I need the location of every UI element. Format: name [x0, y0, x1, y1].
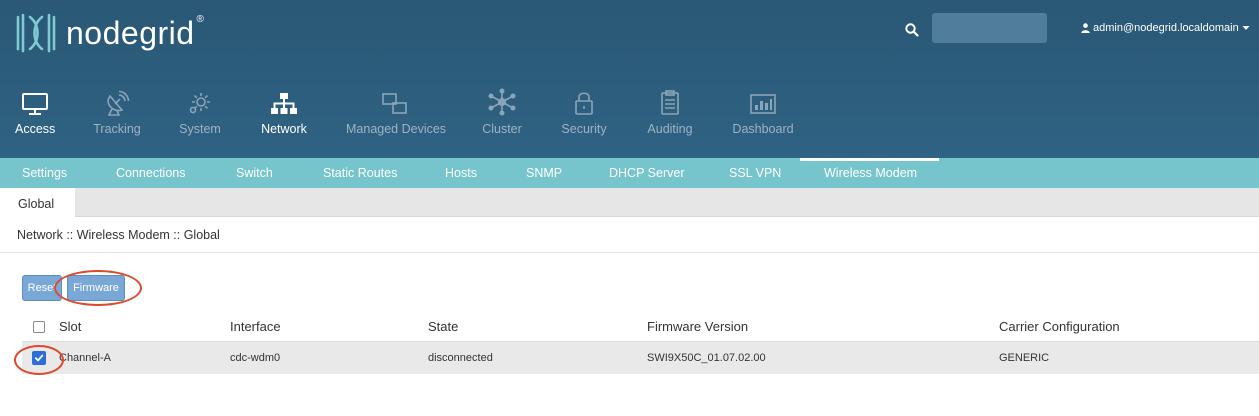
subnav-wireless-modem[interactable]: Wireless Modem: [824, 158, 917, 188]
cell-state: disconnected: [428, 352, 493, 364]
clipboard-icon: [661, 90, 679, 115]
reset-button[interactable]: Reset: [22, 275, 62, 301]
column-header-carrier-configuration[interactable]: Carrier Configuration: [999, 319, 1120, 334]
subnav-static-routes[interactable]: Static Routes: [323, 158, 397, 188]
subnav-snmp[interactable]: SNMP: [526, 158, 562, 188]
nav-label: Cluster: [482, 122, 522, 136]
subnav-switch[interactable]: Switch: [236, 158, 273, 188]
nav-dashboard: Dashboard: [732, 88, 794, 148]
cell-interface: cdc-wdm0: [230, 352, 281, 364]
nav-access[interactable]: Access: [15, 88, 55, 148]
nav-label: Security: [561, 122, 607, 136]
column-header-interface[interactable]: Interface: [230, 319, 281, 334]
table-row[interactable]: Channel-A cdc-wdm0 disconnected SWI9X50C…: [22, 342, 1259, 374]
network-icon: [271, 93, 297, 114]
nav-label: System: [179, 122, 221, 136]
nav-tracking: Tracking: [92, 88, 142, 148]
column-header-firmware-version[interactable]: Firmware Version: [647, 319, 748, 334]
dashboard-icon: [750, 94, 776, 114]
cell-slot[interactable]: Channel-A: [59, 352, 111, 364]
user-name: admin@nodegrid.localdomain: [1093, 22, 1239, 34]
subnav-dhcp-server[interactable]: DHCP Server: [609, 158, 684, 188]
gear-icon: [189, 93, 210, 114]
cell-carrier-configuration: GENERIC: [999, 352, 1050, 364]
search-input[interactable]: [932, 13, 1047, 43]
select-all-checkbox[interactable]: [33, 321, 45, 333]
nav-auditing: Auditing: [644, 88, 696, 148]
tab-bar: [0, 188, 1259, 217]
content-divider: [0, 252, 1259, 253]
nav-label: Managed Devices: [346, 122, 447, 136]
nav-label: Dashboard: [732, 122, 794, 136]
nav-system: System: [178, 88, 222, 148]
nodegrid-logo-icon: [16, 13, 56, 53]
table-header: Slot Interface State Firmware Version Ca…: [22, 313, 1259, 342]
brand-logo[interactable]: nodegrid ®: [14, 10, 204, 56]
search-icon[interactable]: [904, 22, 920, 38]
cluster-icon: [488, 88, 516, 116]
nav-label: Auditing: [647, 122, 693, 136]
devices-icon: [382, 93, 407, 114]
brand-name: nodegrid: [66, 15, 195, 51]
firmware-button[interactable]: Firmware: [67, 275, 125, 301]
column-header-slot[interactable]: Slot: [59, 319, 81, 334]
tab-global[interactable]: Global: [0, 188, 75, 218]
cell-firmware-version: SWI9X50C_01.07.02.00: [647, 352, 766, 364]
subnav-settings[interactable]: Settings: [22, 158, 67, 188]
nav-cluster: Cluster: [482, 88, 522, 148]
satellite-dish-icon: [107, 90, 130, 116]
subnav-connections[interactable]: Connections: [116, 158, 186, 188]
subnav-active-indicator: [800, 158, 939, 161]
user-icon: [1081, 23, 1090, 33]
registered-mark: ®: [196, 13, 204, 25]
breadcrumb: Network :: Wireless Modem :: Global: [17, 228, 220, 242]
row-checkbox[interactable]: [32, 351, 46, 365]
app-header: nodegrid ® admin@nodegrid.localdomain Ac…: [0, 0, 1259, 158]
nav-network[interactable]: Network: [258, 88, 310, 148]
subnav-hosts[interactable]: Hosts: [445, 158, 477, 188]
nav-label: Access: [15, 122, 56, 136]
modem-table: Slot Interface State Firmware Version Ca…: [22, 313, 1259, 374]
column-header-state[interactable]: State: [428, 319, 458, 334]
nav-security: Security: [560, 88, 608, 148]
subnav-ssl-vpn[interactable]: SSL VPN: [729, 158, 781, 188]
nav-managed-devices: Managed Devices: [346, 88, 447, 148]
checkmark-icon: [34, 354, 44, 362]
nav-label: Network: [261, 122, 307, 136]
caret-down-icon: [1242, 26, 1250, 30]
sub-nav: Settings Connections Switch Static Route…: [0, 158, 1259, 188]
lock-icon: [575, 92, 593, 115]
nav-label: Tracking: [93, 122, 141, 136]
monitor-icon: [22, 93, 48, 115]
user-menu[interactable]: admin@nodegrid.localdomain: [1081, 22, 1250, 34]
